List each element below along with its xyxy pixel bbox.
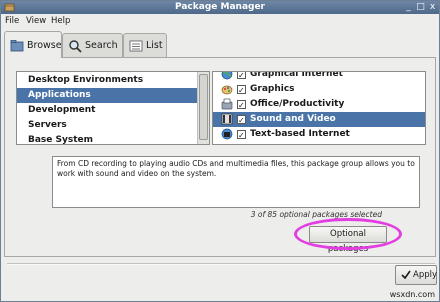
tab-browse-label: Browse: [27, 40, 62, 51]
checkmark-icon: [401, 270, 411, 280]
group-graphics[interactable]: Graphics: [213, 82, 425, 98]
separator: [7, 263, 435, 265]
paint-icon: [221, 85, 233, 95]
tab-list-label: List: [146, 40, 163, 51]
tab-search[interactable]: Search: [62, 33, 123, 57]
package-manager-window: Package Manager _ □ x File View Help Bro…: [0, 0, 440, 302]
menu-file[interactable]: File: [5, 16, 19, 26]
menu-help[interactable]: Help: [51, 16, 70, 26]
group-label: Graphical Internet: [250, 71, 343, 79]
apply-label: Apply: [413, 270, 437, 280]
media-icon: [221, 113, 233, 125]
category-list: Desktop Environments Applications Develo…: [16, 71, 210, 145]
group-checkbox[interactable]: [237, 113, 246, 128]
category-desktop-environments[interactable]: Desktop Environments: [17, 73, 209, 88]
group-checkbox[interactable]: [237, 98, 246, 113]
list-icon: [129, 40, 143, 52]
window-title: Package Manager: [175, 2, 265, 12]
tab-list[interactable]: List: [123, 33, 167, 57]
group-office-productivity[interactable]: Office/Productivity: [213, 97, 425, 113]
category-applications[interactable]: Applications: [17, 88, 209, 103]
apply-button[interactable]: Apply: [395, 265, 437, 285]
menu-bar: File View Help: [1, 14, 439, 28]
category-scrollbar-thumb[interactable]: [199, 74, 208, 140]
highlight-annotation: [294, 218, 402, 250]
group-checkbox[interactable]: [237, 128, 246, 143]
terminal-icon: [221, 128, 233, 140]
browse-icon: [10, 40, 24, 52]
maximize-button[interactable]: □: [415, 2, 426, 12]
globe-icon: [221, 72, 233, 80]
group-list: Graphical Internet Graphics Office/Produ…: [212, 71, 426, 145]
search-icon: [69, 40, 82, 53]
category-development[interactable]: Development: [17, 103, 209, 118]
menu-view[interactable]: View: [26, 16, 46, 26]
group-label: Sound and Video: [250, 114, 336, 124]
title-bar[interactable]: Package Manager _ □ x: [1, 1, 439, 14]
group-sound-and-video[interactable]: Sound and Video: [213, 112, 425, 128]
close-button[interactable]: x: [427, 2, 438, 12]
tab-browse[interactable]: Browse: [4, 31, 62, 58]
tab-search-label: Search: [85, 40, 118, 51]
group-graphical-internet[interactable]: Graphical Internet: [213, 71, 425, 83]
group-label: Office/Productivity: [250, 99, 345, 109]
watermark: wsxdn.com: [389, 290, 435, 299]
group-label: Graphics: [250, 84, 295, 94]
category-servers[interactable]: Servers: [17, 118, 209, 133]
group-text-based-internet[interactable]: Text-based Internet: [213, 127, 425, 143]
minimize-button[interactable]: _: [403, 2, 414, 12]
group-description: From CD recording to playing audio CDs a…: [52, 156, 420, 208]
category-base-system[interactable]: Base System: [17, 133, 209, 144]
group-checkbox[interactable]: [237, 72, 246, 83]
group-label: Text-based Internet: [250, 129, 350, 139]
group-checkbox[interactable]: [237, 83, 246, 98]
browse-panel: Desktop Environments Applications Develo…: [4, 57, 436, 257]
office-icon: [221, 98, 233, 110]
category-scrollbar[interactable]: [197, 72, 209, 144]
